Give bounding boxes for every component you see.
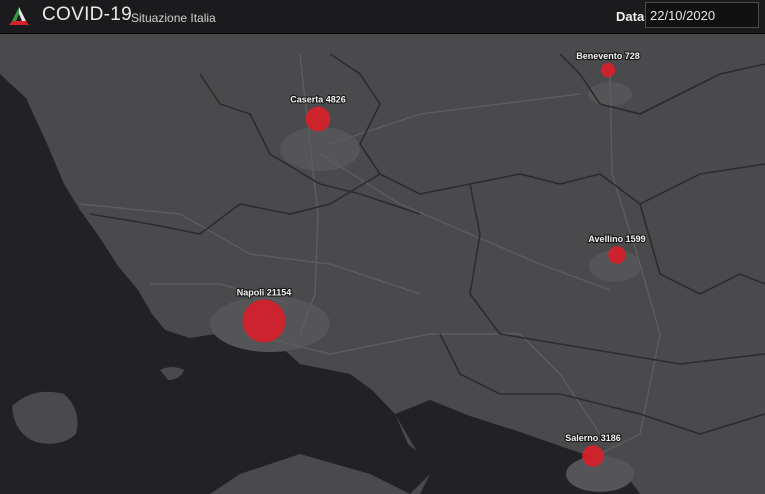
marker-avellino[interactable] [608,246,626,264]
marker-caserta[interactable] [305,106,331,132]
covid-logo-icon [9,7,29,25]
date-input[interactable] [645,2,759,28]
marker-benevento[interactable] [600,62,616,78]
marker-label-napoli: Napoli 21154 [237,288,292,298]
marker-label-caserta: Caserta 4826 [290,95,346,105]
marker-napoli[interactable] [242,299,286,343]
map-canvas[interactable]: Benevento 728 Caserta 4826 Avellino 1599 Na… [0,34,765,494]
app-title: COVID-19 [42,4,133,25]
date-label: Data [616,9,645,24]
marker-label-benevento: Benevento 728 [576,51,640,61]
app-subtitle: Situazione Italia [131,11,216,25]
map-view[interactable]: Benevento 728 Caserta 4826 Avellino 1599 Na… [0,34,765,494]
marker-salerno[interactable] [582,445,604,467]
marker-label-salerno: Salerno 3186 [565,433,621,443]
app-header: COVID-19 Situazione Italia Data [0,0,765,34]
marker-label-avellino: Avellino 1599 [588,234,645,244]
